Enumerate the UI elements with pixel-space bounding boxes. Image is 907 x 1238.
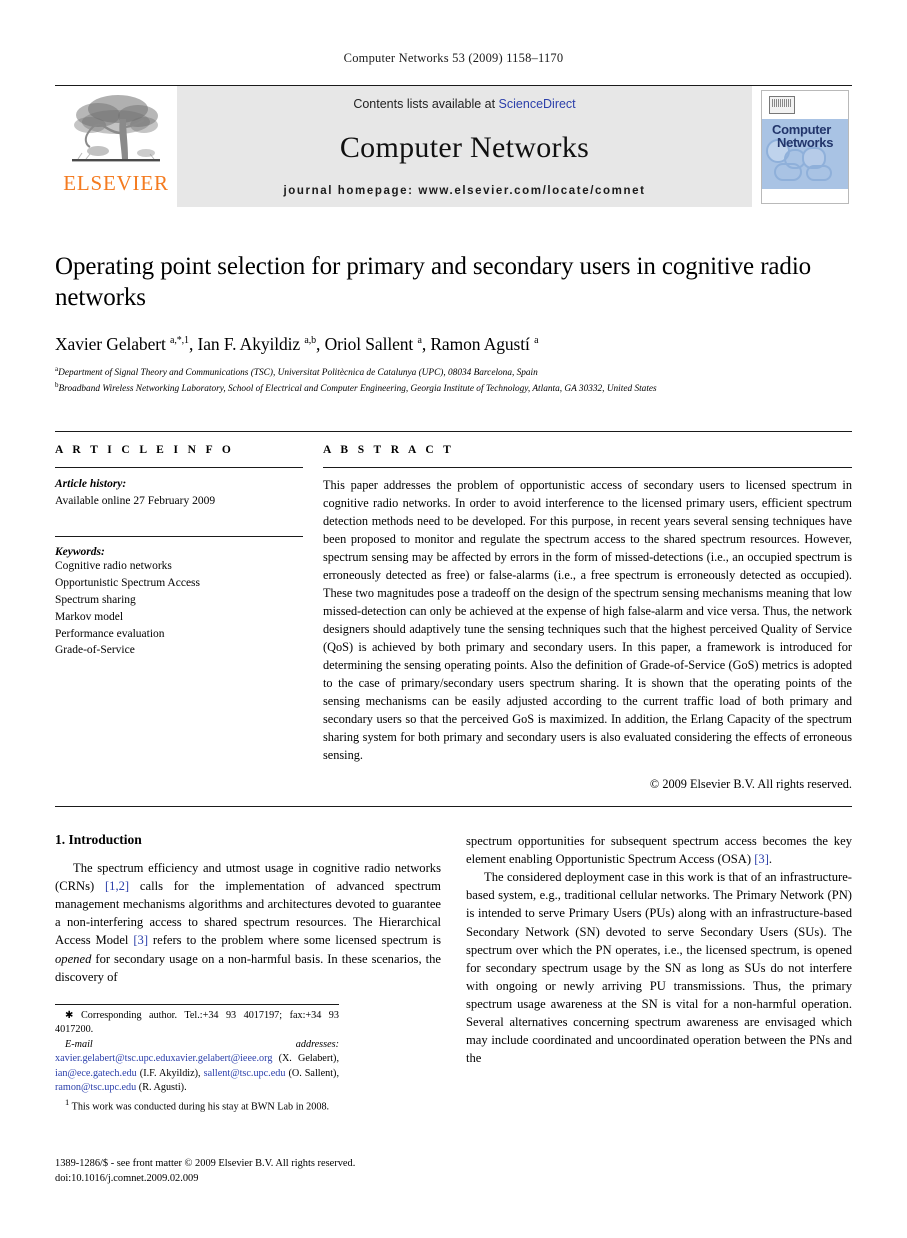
abstract-copyright: © 2009 Elsevier B.V. All rights reserved…	[649, 776, 852, 791]
divider-abstract-top	[323, 467, 852, 469]
keyword-item: Markov model	[55, 610, 124, 623]
body-column-right: spectrum opportunities for subsequent sp…	[466, 832, 852, 1115]
page-title: Operating point selection for primary an…	[55, 253, 812, 311]
email-link[interactable]: ian@ece.gatech.edu	[55, 1068, 137, 1079]
info-abstract-region: A R T I C L E I N F O Article history: A…	[55, 431, 852, 792]
footnote-marker-1: 1	[65, 1096, 70, 1107]
citation-link[interactable]: [3]	[754, 852, 769, 866]
footnote-block: ✱ Corresponding author. Tel.:+34 93 4017…	[55, 1003, 339, 1115]
paragraph-intro-left: The spectrum efficiency and utmost usage…	[55, 860, 441, 984]
email-link[interactable]: xavier.gelabert@ieee.org	[170, 1053, 272, 1064]
footnote-emails: E-mail addresses: xavier.gelabert@tsc.up…	[55, 1038, 339, 1094]
affiliation-a-text: Department of Signal Theory and Communic…	[58, 368, 538, 379]
page-footer-line-2: doi:10.1016/j.comnet.2009.02.009	[55, 1172, 199, 1184]
affiliation-a: aDepartment of Signal Theory and Communi…	[55, 364, 852, 380]
article-info-heading: A R T I C L E I N F O	[55, 444, 235, 457]
journal-cover-thumbnail: Computer Networks	[752, 86, 852, 207]
running-head: Computer Networks 53 (2009) 1158–1170	[343, 51, 564, 65]
cover-art-band: Computer Networks	[762, 118, 848, 187]
cover-title-line2: Networks	[777, 135, 834, 151]
cover-inner: Computer Networks	[761, 89, 849, 204]
paragraph-deployment-case: The considered deployment case in this w…	[466, 870, 852, 1066]
keywords-block: Keywords: Cognitive radio networks Oppor…	[55, 536, 303, 659]
elsevier-logo: ELSEVIER	[55, 86, 177, 207]
journal-title: Computer Networks	[339, 131, 590, 164]
citation-link[interactable]: [1,2]	[105, 879, 129, 893]
keyword-item: Grade-of-Service	[55, 644, 135, 657]
elsevier-wordmark: ELSEVIER	[63, 171, 169, 195]
article-history-value: Available online 27 February 2009	[55, 495, 216, 508]
elsevier-tree-icon	[72, 95, 160, 162]
abstract-column: A B S T R A C T This paper addresses the…	[323, 444, 852, 792]
email-link[interactable]: xavier.gelabert@tsc.upc.edu	[55, 1053, 170, 1064]
cover-shape-rounded-d	[806, 164, 832, 181]
page-footer-line-1: 1389-1286/$ - see front matter © 2009 El…	[55, 1157, 356, 1169]
footnote-star-marker: ✱	[65, 1009, 82, 1021]
keyword-item: Spectrum sharing	[55, 594, 136, 607]
section-heading-introduction: 1. Introduction	[55, 831, 142, 847]
abstract-text: This paper addresses the problem of oppo…	[323, 478, 852, 762]
page-footer: 1389-1286/$ - see front matter © 2009 El…	[55, 1156, 355, 1186]
footnote-note-1: 1 This work was conducted during his sta…	[65, 1096, 330, 1113]
paper-page: Computer Networks 53 (2009) 1158–1170 EL…	[0, 0, 907, 1238]
keywords-list: Cognitive radio networks Opportunistic S…	[55, 558, 303, 659]
divider-abstract-bottom	[55, 805, 852, 807]
affiliation-b: bBroadband Wireless Networking Laborator…	[55, 380, 852, 396]
emphasis-opened: opened	[55, 951, 92, 966]
title-block: Operating point selection for primary an…	[55, 251, 852, 396]
keyword-item: Opportunistic Spectrum Access	[55, 577, 201, 590]
email-addresses-label: E-mail addresses:	[65, 1038, 339, 1050]
article-info-column: A R T I C L E I N F O Article history: A…	[55, 444, 303, 792]
cover-shape-rounded-c	[774, 162, 802, 181]
keyword-item: Performance evaluation	[55, 627, 165, 640]
article-history: Article history: Available online 27 Feb…	[55, 476, 303, 510]
journal-homepage-link[interactable]: journal homepage: www.elsevier.com/locat…	[283, 185, 645, 197]
email-link[interactable]: ramon@tsc.upc.edu	[55, 1082, 136, 1093]
cover-footer-band	[762, 183, 848, 189]
affiliation-list: aDepartment of Signal Theory and Communi…	[55, 364, 852, 396]
article-history-label: Article history:	[55, 478, 127, 491]
journal-masthead: ELSEVIER Contents lists available at Sci…	[55, 85, 852, 207]
email-link[interactable]: sallent@tsc.upc.edu	[204, 1068, 286, 1079]
author-list: Xavier Gelabert a,*,1, Ian F. Akyildiz a…	[55, 334, 539, 354]
cover-publisher-mark-icon	[769, 95, 795, 114]
sciencedirect-link[interactable]: ScienceDirect	[499, 97, 576, 111]
paragraph-intro-right-continued: spectrum opportunities for subsequent sp…	[466, 833, 852, 867]
journal-band: Contents lists available at ScienceDirec…	[177, 86, 752, 207]
keywords-label: Keywords:	[55, 546, 105, 559]
contents-available-line: Contents lists available at ScienceDirec…	[353, 97, 575, 111]
body-column-left: 1. Introduction The spectrum efficiency …	[55, 832, 441, 1115]
contents-prefix: Contents lists available at	[353, 97, 499, 111]
footnote-corresponding-author: ✱ Corresponding author. Tel.:+34 93 4017…	[55, 1009, 339, 1036]
divider-info-top	[55, 467, 303, 469]
citation-link[interactable]: [3]	[133, 933, 148, 947]
affiliation-b-text: Broadband Wireless Networking Laboratory…	[58, 384, 657, 395]
cover-title: Computer Networks	[772, 122, 834, 151]
body-columns: 1. Introduction The spectrum efficiency …	[55, 832, 852, 1115]
abstract-heading: A B S T R A C T	[323, 444, 455, 457]
keyword-item: Cognitive radio networks	[55, 560, 172, 573]
